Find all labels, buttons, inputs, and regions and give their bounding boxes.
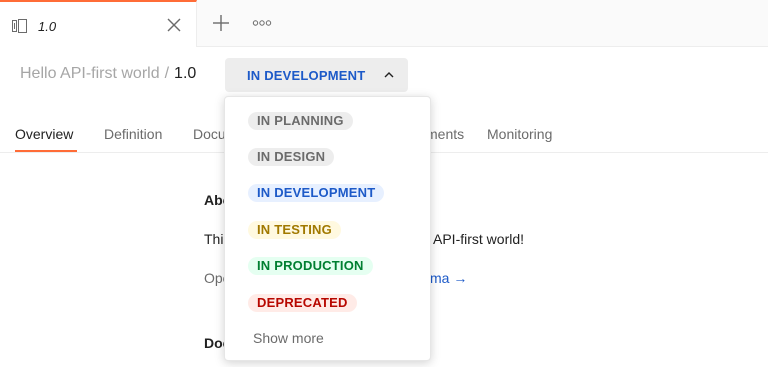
chevron-up-icon [384,72,394,78]
tab-bar: 1.0 [0,0,768,47]
tab-label: 1.0 [38,19,57,34]
tab-overview[interactable]: Overview [15,126,73,142]
close-icon[interactable] [166,17,182,33]
breadcrumb: Hello API-first world/1.0 [20,65,196,83]
breadcrumb-separator: / [164,65,170,82]
status-menu: IN PLANNING IN DESIGN IN DEVELOPMENT IN … [224,96,431,361]
more-horizontal-icon[interactable] [252,17,272,29]
breadcrumb-version: 1.0 [174,65,197,82]
tab-api-version[interactable]: 1.0 [0,0,197,47]
status-option-in-design[interactable]: IN DESIGN [248,148,335,166]
plus-icon[interactable] [212,14,230,32]
status-option-in-production[interactable]: IN PRODUCTION [248,257,373,275]
tab-environments[interactable]: ments [426,126,464,142]
intro-text-end: API-first world! [433,231,525,247]
status-option-deprecated[interactable]: DEPRECATED [248,294,357,312]
intro-text-start: Thi [204,231,224,247]
status-option-in-planning[interactable]: IN PLANNING [248,112,353,130]
api-icon [12,19,27,33]
breadcrumb-parent[interactable]: Hello API-first world [20,65,160,82]
status-option-in-testing[interactable]: IN TESTING [248,221,341,239]
tab-monitoring[interactable]: Monitoring [487,126,552,142]
show-more-link[interactable]: Show more [253,330,324,346]
status-dropdown-button[interactable]: IN DEVELOPMENT [225,58,408,92]
status-button-label: IN DEVELOPMENT [247,68,366,83]
active-tab-indicator [15,150,77,152]
status-option-in-development[interactable]: IN DEVELOPMENT [248,184,385,202]
tab-documentation[interactable]: Docu [193,126,226,142]
schema-link[interactable]: ma → [430,270,467,286]
tab-definition[interactable]: Definition [104,126,162,142]
